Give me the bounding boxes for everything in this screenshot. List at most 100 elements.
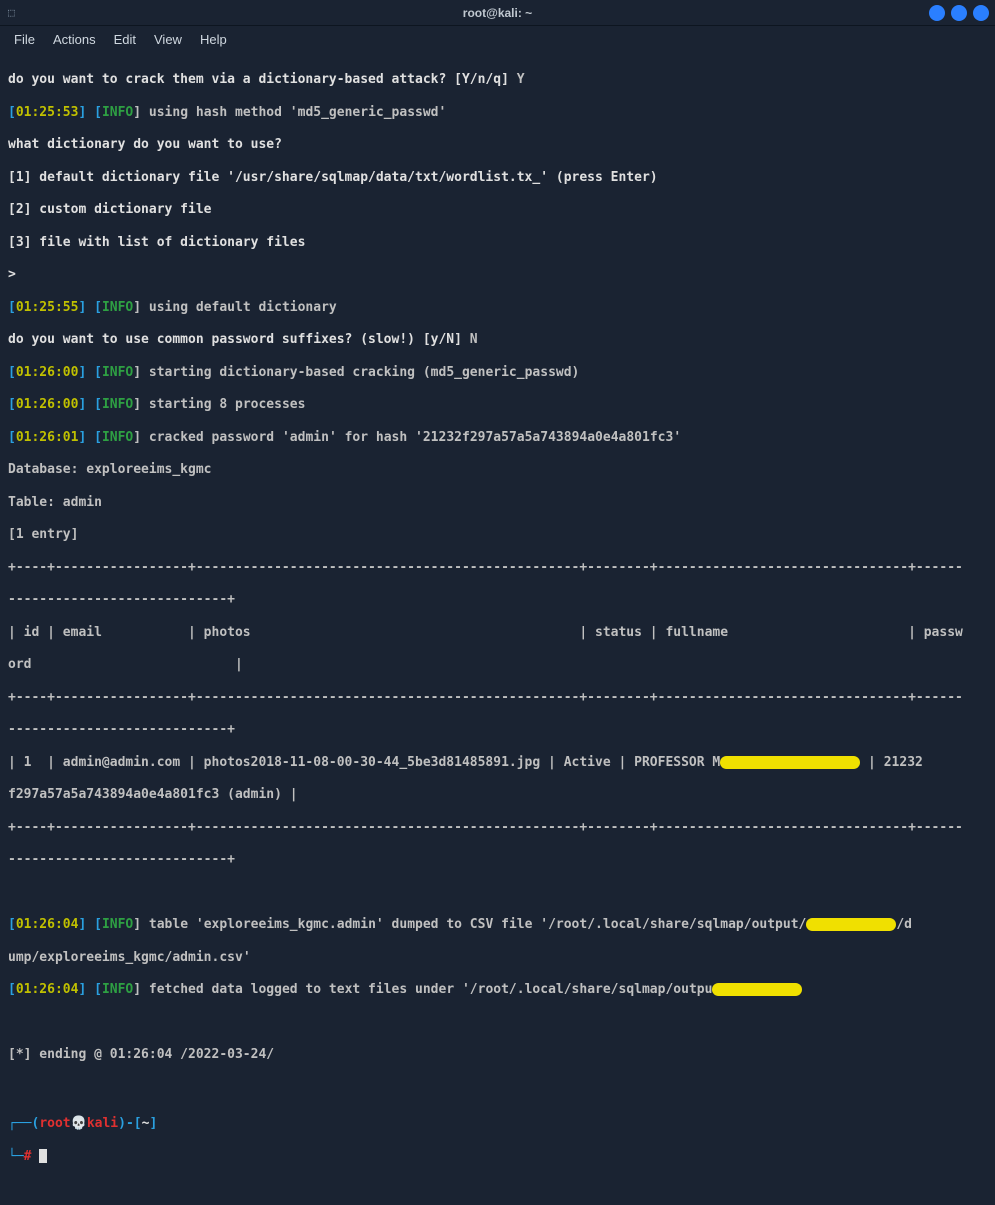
timestamp: 01:26:04 bbox=[16, 982, 79, 997]
bracket: [ bbox=[8, 397, 16, 412]
option-2: [2] custom dictionary file bbox=[8, 202, 212, 217]
table-separator: ----------------------------+ bbox=[8, 852, 235, 867]
cracked-password: admin bbox=[290, 430, 329, 445]
log-text: ] fetched data logged to text files unde… bbox=[133, 982, 470, 997]
bracket: [ bbox=[94, 397, 102, 412]
bracket: [ bbox=[8, 430, 16, 445]
bracket: ] bbox=[78, 397, 86, 412]
minimize-button[interactable] bbox=[929, 5, 945, 21]
prompt-end: ] bbox=[149, 1116, 157, 1131]
terminal-output[interactable]: do you want to crack them via a dictiona… bbox=[0, 52, 995, 1205]
table-header: | id | email | photos | status | fullnam… bbox=[8, 625, 963, 640]
table-separator: +----+-----------------+----------------… bbox=[8, 820, 963, 835]
log-level: INFO bbox=[102, 365, 133, 380]
user-answer: N bbox=[462, 332, 478, 347]
log-text: ' for hash ' bbox=[329, 430, 423, 445]
log-level: INFO bbox=[102, 982, 133, 997]
table-row: | 1 | admin@admin.com | photos2018-11-08… bbox=[8, 755, 720, 770]
log-level: INFO bbox=[102, 397, 133, 412]
prompt-close: )-[ bbox=[118, 1116, 141, 1131]
bracket: [ bbox=[8, 917, 16, 932]
menu-view[interactable]: View bbox=[154, 32, 182, 47]
prompt-question: what dictionary do you want to use? bbox=[8, 137, 282, 152]
table-name: Table: admin bbox=[8, 495, 102, 510]
cursor[interactable] bbox=[39, 1149, 47, 1163]
menubar: File Actions Edit View Help bbox=[0, 26, 995, 52]
csv-path: /d bbox=[896, 917, 912, 932]
timestamp: 01:25:53 bbox=[16, 105, 79, 120]
bracket: [ bbox=[94, 917, 102, 932]
csv-path: ump/exploreeims_kgmc/admin.csv bbox=[8, 950, 243, 965]
csv-path: /root/.local/share/sqlmap/output/ bbox=[548, 917, 806, 932]
prompt-question: do you want to crack them via a dictiona… bbox=[8, 72, 509, 87]
bracket: [ bbox=[8, 105, 16, 120]
table-row: | 21232 bbox=[860, 755, 923, 770]
timestamp: 01:25:55 bbox=[16, 300, 79, 315]
hash-value: 21232f297a57a5a743894a0e4a801fc3 bbox=[423, 430, 673, 445]
table-separator: ----------------------------+ bbox=[8, 722, 235, 737]
log-text: ] table ' bbox=[133, 917, 203, 932]
prompt-host: kali bbox=[87, 1116, 118, 1131]
prompt-corner: ┌──( bbox=[8, 1116, 39, 1131]
table-separator: +----+-----------------+----------------… bbox=[8, 560, 963, 575]
bracket: ] bbox=[78, 917, 86, 932]
redaction bbox=[720, 756, 860, 769]
menu-help[interactable]: Help bbox=[200, 32, 227, 47]
prompt-caret: > bbox=[8, 267, 16, 282]
log-text: ] starting dictionary-based cracking (md… bbox=[133, 365, 579, 380]
bracket: ] bbox=[78, 300, 86, 315]
log-text: ] using default dictionary bbox=[133, 300, 337, 315]
close-button[interactable] bbox=[973, 5, 989, 21]
table-separator: +----+-----------------+----------------… bbox=[8, 690, 963, 705]
terminal-icon: ⬚ bbox=[8, 6, 22, 20]
log-text: ] cracked password ' bbox=[133, 430, 290, 445]
log-level: INFO bbox=[102, 105, 133, 120]
window-title: root@kali: ~ bbox=[463, 6, 532, 20]
shell-prompt: ┌──(root💀kali)-[~] └─# bbox=[8, 1100, 987, 1181]
window-controls bbox=[929, 5, 989, 21]
maximize-button[interactable] bbox=[951, 5, 967, 21]
log-text: ' bbox=[243, 950, 251, 965]
bracket: [ bbox=[8, 365, 16, 380]
prompt-at: 💀 bbox=[71, 1116, 87, 1131]
log-path: /root/.local/share/sqlmap/outpu bbox=[470, 982, 713, 997]
user-answer: Y bbox=[509, 72, 525, 87]
log-text: ] using hash method ' bbox=[133, 105, 297, 120]
table-separator: ----------------------------+ bbox=[8, 592, 235, 607]
bracket: [ bbox=[8, 300, 16, 315]
bracket: [ bbox=[94, 982, 102, 997]
timestamp: 01:26:00 bbox=[16, 397, 79, 412]
menu-file[interactable]: File bbox=[14, 32, 35, 47]
menu-actions[interactable]: Actions bbox=[53, 32, 96, 47]
log-text: ' bbox=[439, 105, 447, 120]
prompt-path: ~ bbox=[142, 1116, 150, 1131]
bracket: [ bbox=[94, 300, 102, 315]
hash-method: md5_generic_passwd bbox=[298, 105, 439, 120]
log-level: INFO bbox=[102, 430, 133, 445]
redaction bbox=[712, 983, 802, 996]
table-ref: exploreeims_kgmc.admin bbox=[204, 917, 376, 932]
bracket: [ bbox=[94, 105, 102, 120]
bracket: ] bbox=[78, 430, 86, 445]
table-row: f297a57a5a743894a0e4a801fc3 (admin) | bbox=[8, 787, 298, 802]
prompt-user: root bbox=[39, 1116, 70, 1131]
log-text: ' bbox=[673, 430, 681, 445]
menu-edit[interactable]: Edit bbox=[114, 32, 136, 47]
timestamp: 01:26:01 bbox=[16, 430, 79, 445]
redaction bbox=[806, 918, 896, 931]
table-header: ord | bbox=[8, 657, 243, 672]
prompt-hash: # bbox=[24, 1149, 32, 1164]
log-text: ] starting 8 processes bbox=[133, 397, 305, 412]
log-level: INFO bbox=[102, 917, 133, 932]
prompt-question: do you want to use common password suffi… bbox=[8, 332, 462, 347]
prompt-corner: └─ bbox=[8, 1149, 24, 1164]
timestamp: 01:26:00 bbox=[16, 365, 79, 380]
entry-count: [1 entry] bbox=[8, 527, 78, 542]
ending-line: [*] ending @ 01:26:04 /2022-03-24/ bbox=[8, 1047, 274, 1062]
log-text: ' dumped to CSV file ' bbox=[376, 917, 548, 932]
bracket: ] bbox=[78, 105, 86, 120]
log-level: INFO bbox=[102, 300, 133, 315]
timestamp: 01:26:04 bbox=[16, 917, 79, 932]
option-3: [3] file with list of dictionary files bbox=[8, 235, 305, 250]
bracket: ] bbox=[78, 982, 86, 997]
